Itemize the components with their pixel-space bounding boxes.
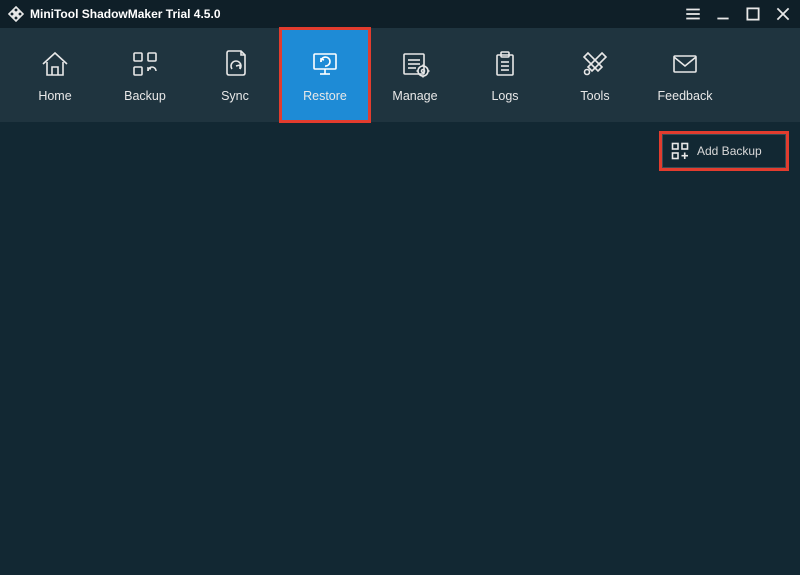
nav-feedback[interactable]: Feedback	[640, 28, 730, 122]
nav-label: Manage	[392, 89, 437, 103]
nav-logs[interactable]: Logs	[460, 28, 550, 122]
home-icon	[38, 47, 72, 81]
nav-restore[interactable]: Restore	[280, 28, 370, 122]
nav-tools[interactable]: Tools	[550, 28, 640, 122]
add-backup-label: Add Backup	[697, 144, 762, 158]
logs-icon	[488, 47, 522, 81]
nav-sync[interactable]: Sync	[190, 28, 280, 122]
sync-icon	[218, 47, 252, 81]
feedback-icon	[668, 47, 702, 81]
manage-icon	[398, 47, 432, 81]
maximize-icon[interactable]	[744, 5, 762, 23]
nav-label: Logs	[491, 89, 518, 103]
menu-icon[interactable]	[684, 5, 702, 23]
add-backup-button[interactable]: Add Backup	[662, 134, 786, 168]
nav-home[interactable]: Home	[10, 28, 100, 122]
nav-label: Home	[38, 89, 71, 103]
nav-label: Restore	[303, 89, 347, 103]
content-area: Add Backup	[0, 122, 800, 575]
minimize-icon[interactable]	[714, 5, 732, 23]
nav-label: Feedback	[658, 89, 713, 103]
nav-label: Sync	[221, 89, 249, 103]
app-title: MiniTool ShadowMaker Trial 4.5.0	[30, 7, 684, 21]
tools-icon	[578, 47, 612, 81]
nav-backup[interactable]: Backup	[100, 28, 190, 122]
close-icon[interactable]	[774, 5, 792, 23]
nav-label: Tools	[580, 89, 609, 103]
app-logo-icon	[8, 6, 24, 22]
window-controls	[684, 5, 792, 23]
restore-icon	[308, 47, 342, 81]
add-backup-icon	[671, 142, 689, 160]
titlebar: MiniTool ShadowMaker Trial 4.5.0	[0, 0, 800, 28]
nav-manage[interactable]: Manage	[370, 28, 460, 122]
backup-icon	[128, 47, 162, 81]
nav-label: Backup	[124, 89, 166, 103]
main-navbar: Home Backup Sync Restore Manage Logs	[0, 28, 800, 122]
